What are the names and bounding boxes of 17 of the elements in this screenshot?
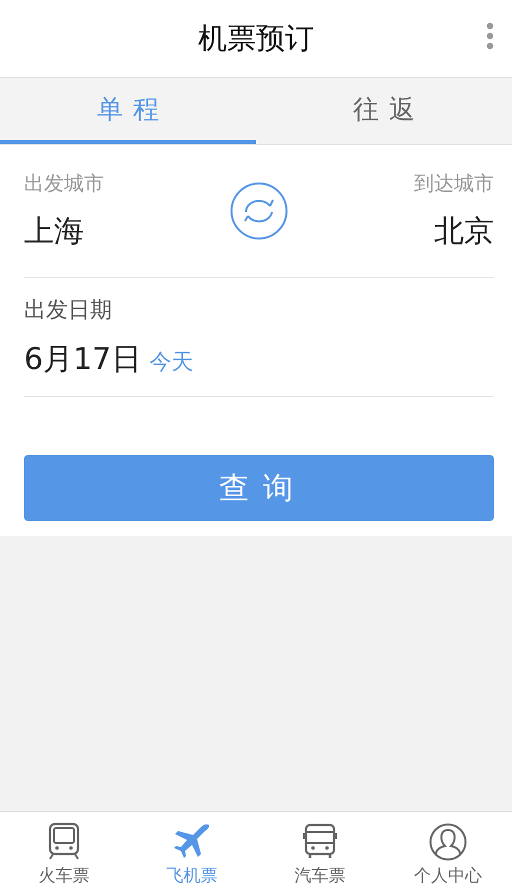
nav-tab[interactable]: 汽车票 — [294, 864, 346, 886]
arrival-city[interactable]: 北京 — [434, 211, 494, 252]
person-icon — [428, 822, 468, 862]
more-icon[interactable] — [486, 22, 494, 50]
departure-city[interactable]: 上海 — [24, 211, 104, 252]
today-note: 今天 — [149, 348, 194, 376]
search-button[interactable]: 查询 — [24, 455, 494, 521]
departure-city-label: 出发城市 — [24, 170, 104, 197]
swap-icon[interactable] — [230, 182, 288, 240]
arrival-city-label: 到达城市 — [414, 170, 494, 197]
departure-date-label: 出发日期 — [24, 296, 113, 324]
nav-tab[interactable]: 火车票 — [38, 864, 90, 886]
departure-date[interactable]: 6月17日 — [24, 338, 142, 380]
trip-tab[interactable]: 往返 — [256, 78, 512, 144]
screen-title: 机票预订 — [198, 20, 314, 56]
nav-tab[interactable]: 个人中心 — [414, 864, 482, 886]
nav-tab[interactable]: 飞机票 — [166, 864, 218, 886]
